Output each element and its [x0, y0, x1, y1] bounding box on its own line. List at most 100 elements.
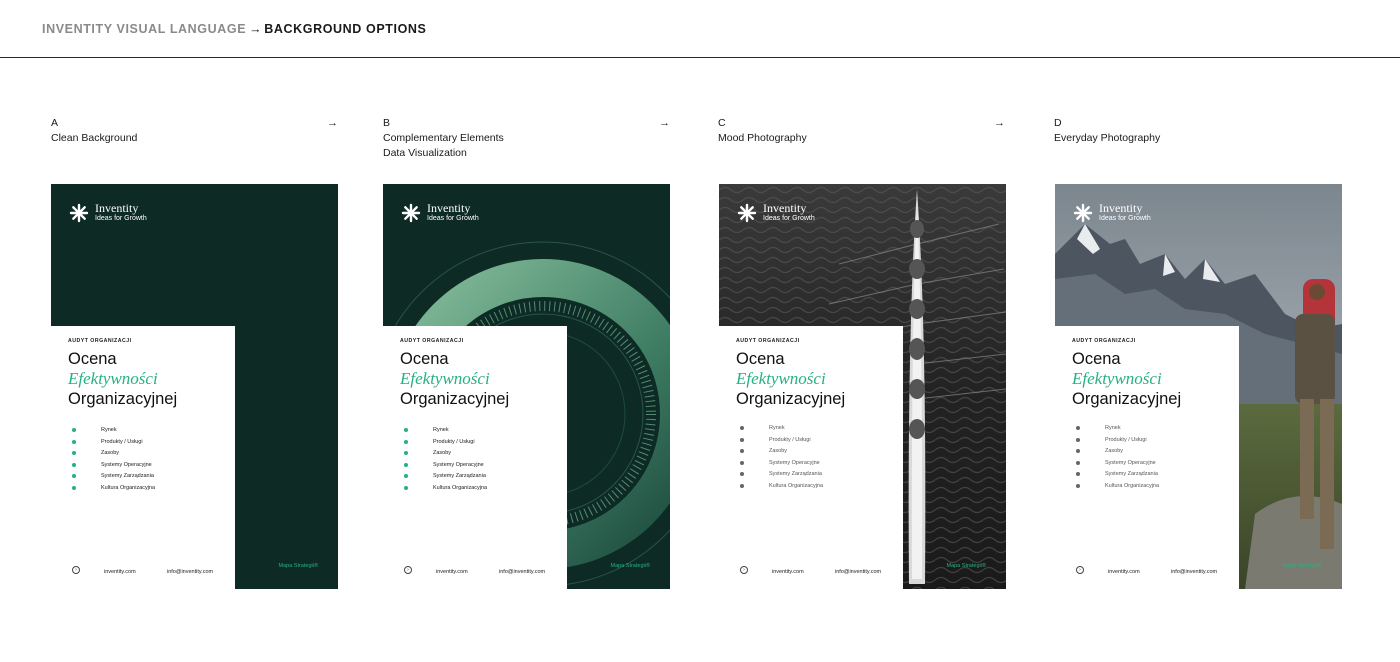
poster-email: info@inventity.com — [499, 569, 546, 575]
poster-title-line2: Efektywności — [1072, 369, 1162, 388]
asterisk-logo-icon — [401, 203, 421, 222]
list-item: Produkty / Usługi — [1076, 435, 1159, 447]
poster-title-line1: Ocena — [68, 350, 117, 368]
option-letter: D — [1054, 117, 1062, 129]
poster-email: info@inventity.com — [167, 569, 214, 575]
list-item: Zasoby — [1076, 446, 1159, 458]
inventity-logo: Inventity Ideas for Growth — [69, 202, 147, 223]
poster-list: Rynek Produkty / Usługi Zasoby Systemy O… — [740, 423, 823, 492]
poster-title-line2: Efektywności — [736, 369, 826, 388]
option-letter: A — [51, 117, 59, 129]
inventity-logo: Inventity Ideas for Growth — [737, 202, 815, 223]
list-item: Systemy Zarządzania — [740, 469, 823, 481]
poster-email: info@inventity.com — [1171, 569, 1218, 575]
brand-tagline: Ideas for Growth — [1099, 215, 1151, 222]
list-item: Systemy Zarządzania — [404, 471, 487, 483]
poster-website: inventity.com — [1108, 569, 1140, 575]
asterisk-logo-icon — [1073, 203, 1093, 222]
next-arrow-icon[interactable]: → — [994, 116, 1005, 131]
breadcrumb-arrow-icon: → — [249, 22, 263, 36]
brand-name: Inventity — [763, 201, 807, 215]
breadcrumb: INVENTITY VISUAL LANGUAGE → BACKGROUND OPT… — [42, 22, 426, 36]
list-item: Kultura Organizacyjna — [1076, 481, 1159, 493]
top-bar: INVENTITY VISUAL LANGUAGE → BACKGROUND OPT… — [0, 0, 1400, 58]
asterisk-logo-icon — [69, 203, 89, 222]
list-item: Produkty / Usługi — [72, 437, 155, 449]
list-item: Zasoby — [72, 448, 155, 460]
breadcrumb-current-page: BACKGROUND OPTIONS — [264, 22, 427, 36]
list-item: Produkty / Usługi — [740, 435, 823, 447]
list-item: Zasoby — [404, 448, 487, 460]
poster-title-line1: Ocena — [736, 350, 785, 368]
option-subtitle: Data Visualization — [383, 147, 467, 159]
poster-website: inventity.com — [772, 569, 804, 575]
option-title: Complementary Elements — [383, 132, 504, 144]
next-arrow-icon[interactable]: → — [327, 116, 338, 131]
poster-list: Rynek Produkty / Usługi Zasoby Systemy O… — [1076, 423, 1159, 492]
option-letter: B — [383, 117, 391, 129]
poster-product-label: Mapa Strategii® — [1282, 563, 1322, 569]
poster-content-card: AUDYT ORGANIZACJI Ocena Efektywności Org… — [51, 326, 235, 589]
list-item: Rynek — [72, 425, 155, 437]
poster-content-card: AUDYT ORGANIZACJI Ocena Efektywności Org… — [383, 326, 567, 589]
brand-tagline: Ideas for Growth — [763, 215, 815, 222]
list-item: Systemy Zarządzania — [1076, 469, 1159, 481]
poster-complementary-elements[interactable]: Inventity Ideas for Growth AUDYT ORGANIZ… — [383, 184, 670, 589]
poster-kicker: AUDYT ORGANIZACJI — [736, 338, 800, 344]
list-item: Systemy Operacyjne — [1076, 458, 1159, 470]
list-item: Kultura Organizacyjna — [740, 481, 823, 493]
poster-list: Rynek Produkty / Usługi Zasoby Systemy O… — [404, 425, 487, 495]
chevron-right-icon: › — [72, 566, 80, 574]
asterisk-logo-icon — [737, 203, 757, 222]
next-arrow-icon[interactable]: → — [659, 116, 670, 131]
poster-email: info@inventity.com — [835, 569, 882, 575]
option-header-c: C Mood Photography → — [718, 116, 1005, 166]
list-item: Produkty / Usługi — [404, 437, 487, 449]
list-item: Kultura Organizacyjna — [72, 483, 155, 495]
list-item: Rynek — [404, 425, 487, 437]
chevron-right-icon: › — [740, 566, 748, 574]
poster-title-line3: Organizacyjnej — [68, 390, 178, 408]
inventity-logo: Inventity Ideas for Growth — [1073, 202, 1151, 223]
poster-list: Rynek Produkty / Usługi Zasoby Systemy O… — [72, 425, 155, 495]
brand-name: Inventity — [1099, 201, 1143, 215]
brand-name: Inventity — [427, 201, 471, 215]
chevron-right-icon: › — [404, 566, 412, 574]
list-item: Systemy Operacyjne — [404, 460, 487, 472]
poster-title-line1: Ocena — [400, 350, 449, 368]
poster-product-label: Mapa Strategii® — [946, 563, 986, 569]
poster-kicker: AUDYT ORGANIZACJI — [68, 338, 132, 344]
list-item: Systemy Operacyjne — [740, 458, 823, 470]
poster-title-line3: Organizacyjnej — [736, 390, 846, 408]
option-title: Mood Photography — [718, 132, 807, 144]
inventity-logo: Inventity Ideas for Growth — [401, 202, 479, 223]
poster-kicker: AUDYT ORGANIZACJI — [400, 338, 464, 344]
brand-tagline: Ideas for Growth — [427, 215, 479, 222]
poster-clean-background[interactable]: Inventity Ideas for Growth AUDYT ORGANIZ… — [51, 184, 338, 589]
poster-mood-photography[interactable]: Inventity Ideas for Growth AUDYT ORGANIZ… — [719, 184, 1006, 589]
brand-tagline: Ideas for Growth — [95, 215, 147, 222]
chevron-right-icon: › — [1076, 566, 1084, 574]
list-item: Systemy Operacyjne — [72, 460, 155, 472]
poster-content-card: AUDYT ORGANIZACJI Ocena Efektywności Org… — [719, 326, 903, 589]
poster-title-line2: Efektywności — [400, 369, 490, 388]
poster-title-line1: Ocena — [1072, 350, 1121, 368]
poster-title-line3: Organizacyjnej — [1072, 390, 1182, 408]
poster-website: inventity.com — [104, 569, 136, 575]
option-header-a: A Clean Background → — [51, 116, 338, 166]
option-header-b: B Complementary Elements Data Visualizat… — [383, 116, 670, 166]
poster-content-card: AUDYT ORGANIZACJI Ocena Efektywności Org… — [1055, 326, 1239, 589]
option-letter: C — [718, 117, 726, 129]
brand-name: Inventity — [95, 201, 139, 215]
breadcrumb-section[interactable]: INVENTITY VISUAL LANGUAGE — [42, 22, 246, 36]
list-item: Rynek — [740, 423, 823, 435]
list-item: Zasoby — [740, 446, 823, 458]
poster-kicker: AUDYT ORGANIZACJI — [1072, 338, 1136, 344]
list-item: Systemy Zarządzania — [72, 471, 155, 483]
list-item: Rynek — [1076, 423, 1159, 435]
poster-title-line2: Efektywności — [68, 369, 158, 388]
poster-product-label: Mapa Strategii® — [278, 563, 318, 569]
option-header-d: D Everyday Photography — [1054, 116, 1341, 166]
poster-product-label: Mapa Strategii® — [610, 563, 650, 569]
poster-everyday-photography[interactable]: Inventity Ideas for Growth AUDYT ORGANIZ… — [1055, 184, 1342, 589]
